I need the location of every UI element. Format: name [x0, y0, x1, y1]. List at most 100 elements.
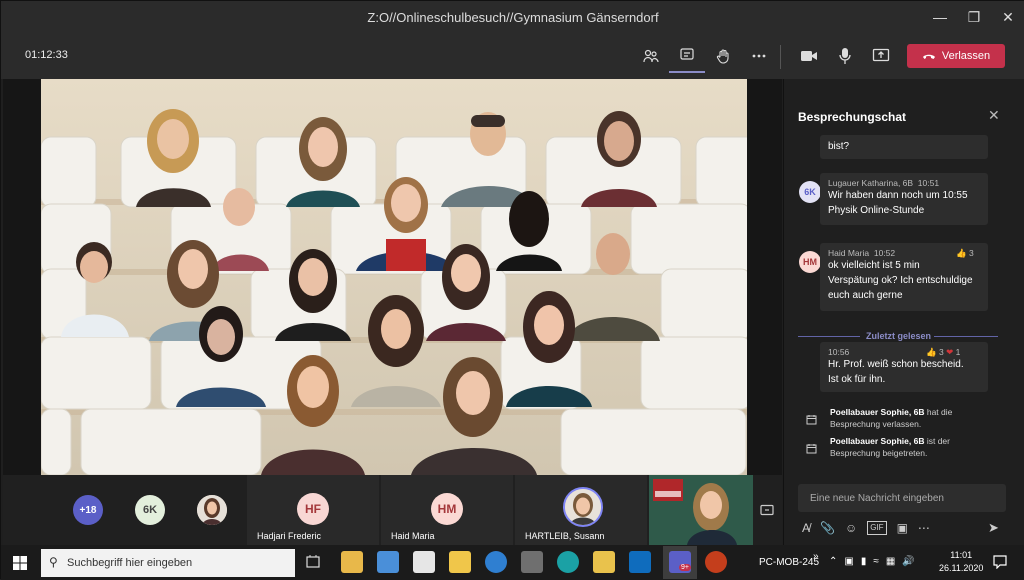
calendar-event-icon	[806, 441, 817, 459]
heart-icon: ❤	[946, 347, 954, 357]
participant-photo-avatar	[563, 487, 603, 527]
battery-icon[interactable]: ▮	[861, 556, 867, 567]
camera-icon[interactable]	[791, 39, 827, 73]
volume-icon[interactable]: 🔊	[902, 556, 914, 567]
toolbar-divider	[780, 45, 781, 69]
outlook-icon[interactable]	[629, 551, 651, 573]
gif-icon[interactable]: GIF	[867, 521, 887, 535]
windows-start-icon[interactable]	[13, 556, 27, 575]
send-icon[interactable]: ➤	[988, 520, 999, 536]
last-read-label: Zuletzt gelesen	[866, 331, 932, 341]
message-input[interactable]: Eine neue Nachricht eingeben	[798, 484, 1006, 512]
leave-label: Verlassen	[941, 50, 991, 62]
notepad-icon[interactable]	[413, 551, 435, 573]
task-view-icon[interactable]	[306, 555, 320, 574]
window-controls: — ❐ ✕	[923, 1, 1024, 33]
show-hidden-icons-icon[interactable]: ⌃	[829, 556, 837, 567]
meeting-controls	[633, 39, 777, 73]
participant-tile[interactable]: HARTLEIB, Susann	[515, 475, 647, 545]
leave-button[interactable]: Verlassen	[907, 44, 1005, 68]
sender-avatar: 6K	[799, 181, 821, 203]
message-line: euch auch gerne	[828, 290, 903, 301]
chat-message: Lugauer Katharina, 6B 10:51 Wir haben da…	[820, 173, 988, 225]
notifications-icon[interactable]	[993, 555, 1007, 574]
more-compose-icon[interactable]: ⋯	[918, 521, 930, 535]
taskbar-search-box[interactable]: ⚲ Suchbegriff hier eingeben	[41, 549, 295, 577]
edge-icon[interactable]	[557, 551, 579, 573]
thumbs-up-icon: 👍	[956, 248, 967, 258]
participants-icon[interactable]	[633, 39, 669, 73]
thumbs-up-icon: 👍	[926, 347, 937, 357]
app-icon[interactable]	[521, 551, 543, 573]
classroom-scene	[41, 79, 747, 475]
message-reactions[interactable]: 👍 3 ❤ 1	[926, 347, 960, 358]
chat-icon[interactable]	[669, 39, 705, 73]
own-chat-message: 10:56 👍 3 ❤ 1 Hr. Prof. weiß schon besch…	[820, 342, 988, 392]
file-explorer-icon[interactable]	[341, 551, 363, 573]
more-options-icon[interactable]	[741, 39, 777, 73]
message-line: Wir haben dann noch um 10:55	[828, 190, 968, 201]
teams-icon[interactable]: 9+	[663, 546, 697, 579]
message-line: Physik Online-Stunde	[828, 205, 925, 216]
participant-initials-avatar: HM	[431, 493, 463, 525]
emoji-icon[interactable]: ☺	[845, 521, 857, 535]
close-icon[interactable]: ✕	[991, 1, 1024, 33]
chat-title: Besprechungschat	[798, 110, 907, 124]
search-icon: ⚲	[49, 555, 58, 569]
message-line: Ist ok für ihn.	[828, 374, 886, 385]
participant-initials-avatar: HF	[297, 493, 329, 525]
participant-avatar-photo[interactable]	[197, 495, 227, 525]
windows-taskbar: ⚲ Suchbegriff hier eingeben 9+ PC-MOB-24…	[1, 545, 1024, 580]
participant-name: Hadjari Frederic	[257, 531, 322, 541]
message-header: Haid Maria 10:52 👍 3	[828, 248, 974, 259]
share-screen-icon[interactable]	[863, 39, 899, 73]
read-line-left	[798, 336, 860, 337]
clock-time: 11:01	[950, 550, 973, 560]
system-tray: ⌃ ▣ ▮ ≈ ▦ 🔊	[829, 556, 915, 567]
internet-explorer-icon[interactable]	[485, 551, 507, 573]
teams-badge: 9+	[679, 564, 691, 571]
folder-icon[interactable]	[449, 551, 471, 573]
sticker-icon[interactable]: ▣	[897, 521, 908, 535]
paint-icon[interactable]	[377, 551, 399, 573]
microphone-icon[interactable]	[827, 39, 863, 73]
compose-toolbar: A̸ 📎 ☺ GIF ▣ ⋯	[802, 521, 930, 535]
participant-name: HARTLEIB, Susann	[525, 531, 605, 541]
explorer-folder-icon[interactable]	[593, 551, 615, 573]
system-event: Poellabauer Sophie, 6B ist der Besprechu…	[830, 436, 950, 458]
window-title: Z:O//Onlineschulbesuch//Gymnasium Gänser…	[367, 9, 659, 25]
message-line: Hr. Prof. weiß schon bescheid.	[828, 359, 964, 370]
sender-avatar: HM	[799, 251, 821, 273]
attach-icon[interactable]: 📎	[820, 521, 835, 535]
hangup-icon	[922, 54, 935, 59]
close-chat-icon[interactable]: ✕	[988, 107, 1000, 124]
wifi-icon[interactable]: ≈	[873, 556, 879, 567]
video-stage	[3, 79, 782, 475]
participant-tile[interactable]: HF Hadjari Frederic	[247, 475, 379, 545]
title-bar: Z:O//Onlineschulbesuch//Gymnasium Gänser…	[1, 1, 1024, 33]
read-line-right	[934, 336, 998, 337]
like-reaction[interactable]: 👍 3	[956, 248, 974, 259]
tray-tool-icon[interactable]: ▦	[886, 556, 895, 567]
message-line: Verspätung ok? Ich entschuldige	[828, 275, 973, 286]
taskbar-clock[interactable]: 11:01 26.11.2020	[939, 549, 983, 575]
self-video-tile[interactable]	[649, 475, 753, 545]
participant-avatar-6k[interactable]: 6K	[135, 495, 165, 525]
participant-strip: +18 6K HF Hadjari Frederic HM Haid Maria…	[3, 475, 782, 545]
raise-hand-icon[interactable]	[705, 39, 741, 73]
minimize-icon[interactable]: —	[923, 1, 957, 33]
message-header: 10:56 👍 3 ❤ 1	[828, 347, 961, 358]
system-event: Poellabauer Sophie, 6B hat die Besprechu…	[830, 407, 953, 429]
self-video-preview	[649, 475, 753, 545]
overflow-chevron-icon[interactable]: »	[813, 551, 819, 562]
powerpoint-icon[interactable]	[705, 551, 727, 573]
tray-app-icon[interactable]: ▣	[844, 556, 853, 567]
search-placeholder: Suchbegriff hier eingeben	[67, 557, 193, 569]
device-name: PC-MOB-245	[759, 557, 820, 568]
participant-tile[interactable]: HM Haid Maria	[381, 475, 513, 545]
format-icon[interactable]: A̸	[802, 521, 810, 535]
av-controls	[791, 39, 899, 73]
swap-camera-icon[interactable]	[760, 503, 774, 521]
overflow-participants-button[interactable]: +18	[73, 495, 103, 525]
restore-icon[interactable]: ❐	[957, 1, 991, 33]
